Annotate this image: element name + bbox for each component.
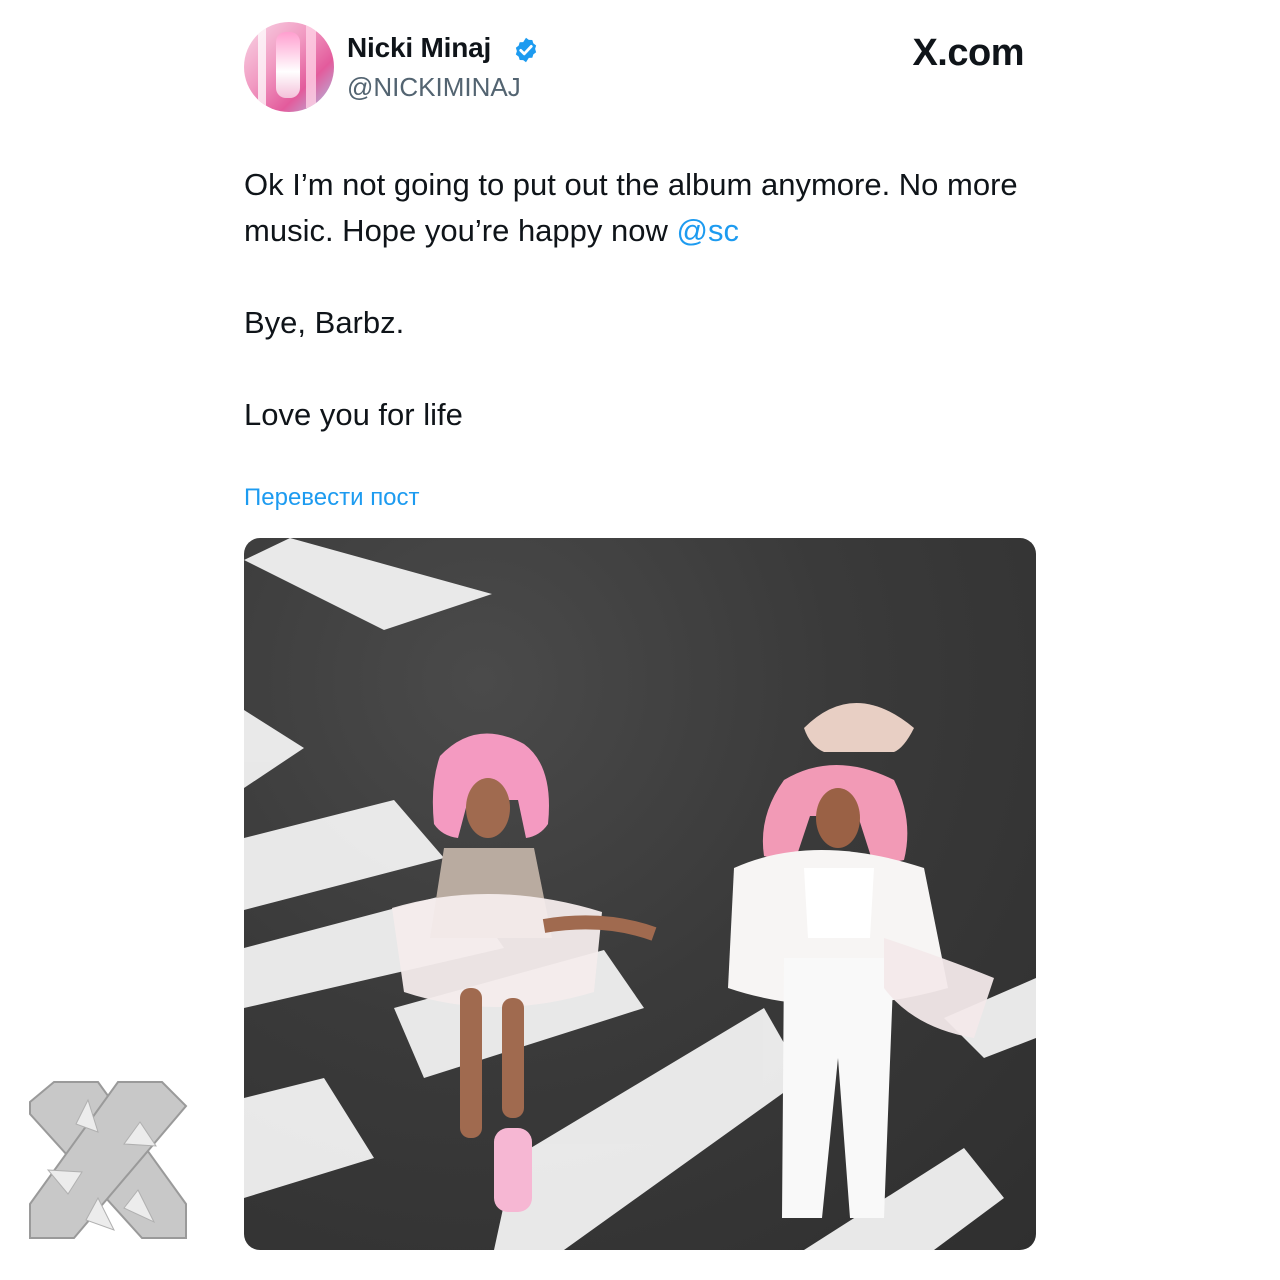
post-text: Ok I’m not going to put out the album an…: [244, 162, 1044, 484]
post-line-1: Ok I’m not going to put out the album an…: [244, 167, 1018, 248]
post-media-image[interactable]: [244, 538, 1036, 1250]
post-header: Nicki Minaj @NICKIMINAJ X.com: [244, 22, 1024, 114]
avatar-figure: [276, 32, 300, 98]
avatar-decor: [306, 24, 316, 108]
translate-post-link[interactable]: Перевести пост: [244, 484, 420, 512]
post-line-3: Love you for life: [244, 397, 463, 432]
channel-watermark-logo: [29, 1081, 188, 1239]
photo-illustration: [244, 538, 1036, 1250]
mention-link[interactable]: @sc: [677, 213, 739, 248]
post-paragraph: Ok I’m not going to put out the album an…: [244, 162, 1044, 254]
right-figure: [728, 703, 994, 1218]
user-handle[interactable]: @NICKIMINAJ: [347, 72, 521, 103]
avatar-decor: [258, 26, 266, 106]
brand-logo: X.com: [912, 32, 1024, 74]
profile-avatar[interactable]: [244, 22, 334, 112]
post-line-2: Bye, Barbz.: [244, 305, 405, 340]
display-name[interactable]: Nicki Minaj: [347, 32, 491, 64]
verified-badge-icon: [515, 37, 537, 63]
